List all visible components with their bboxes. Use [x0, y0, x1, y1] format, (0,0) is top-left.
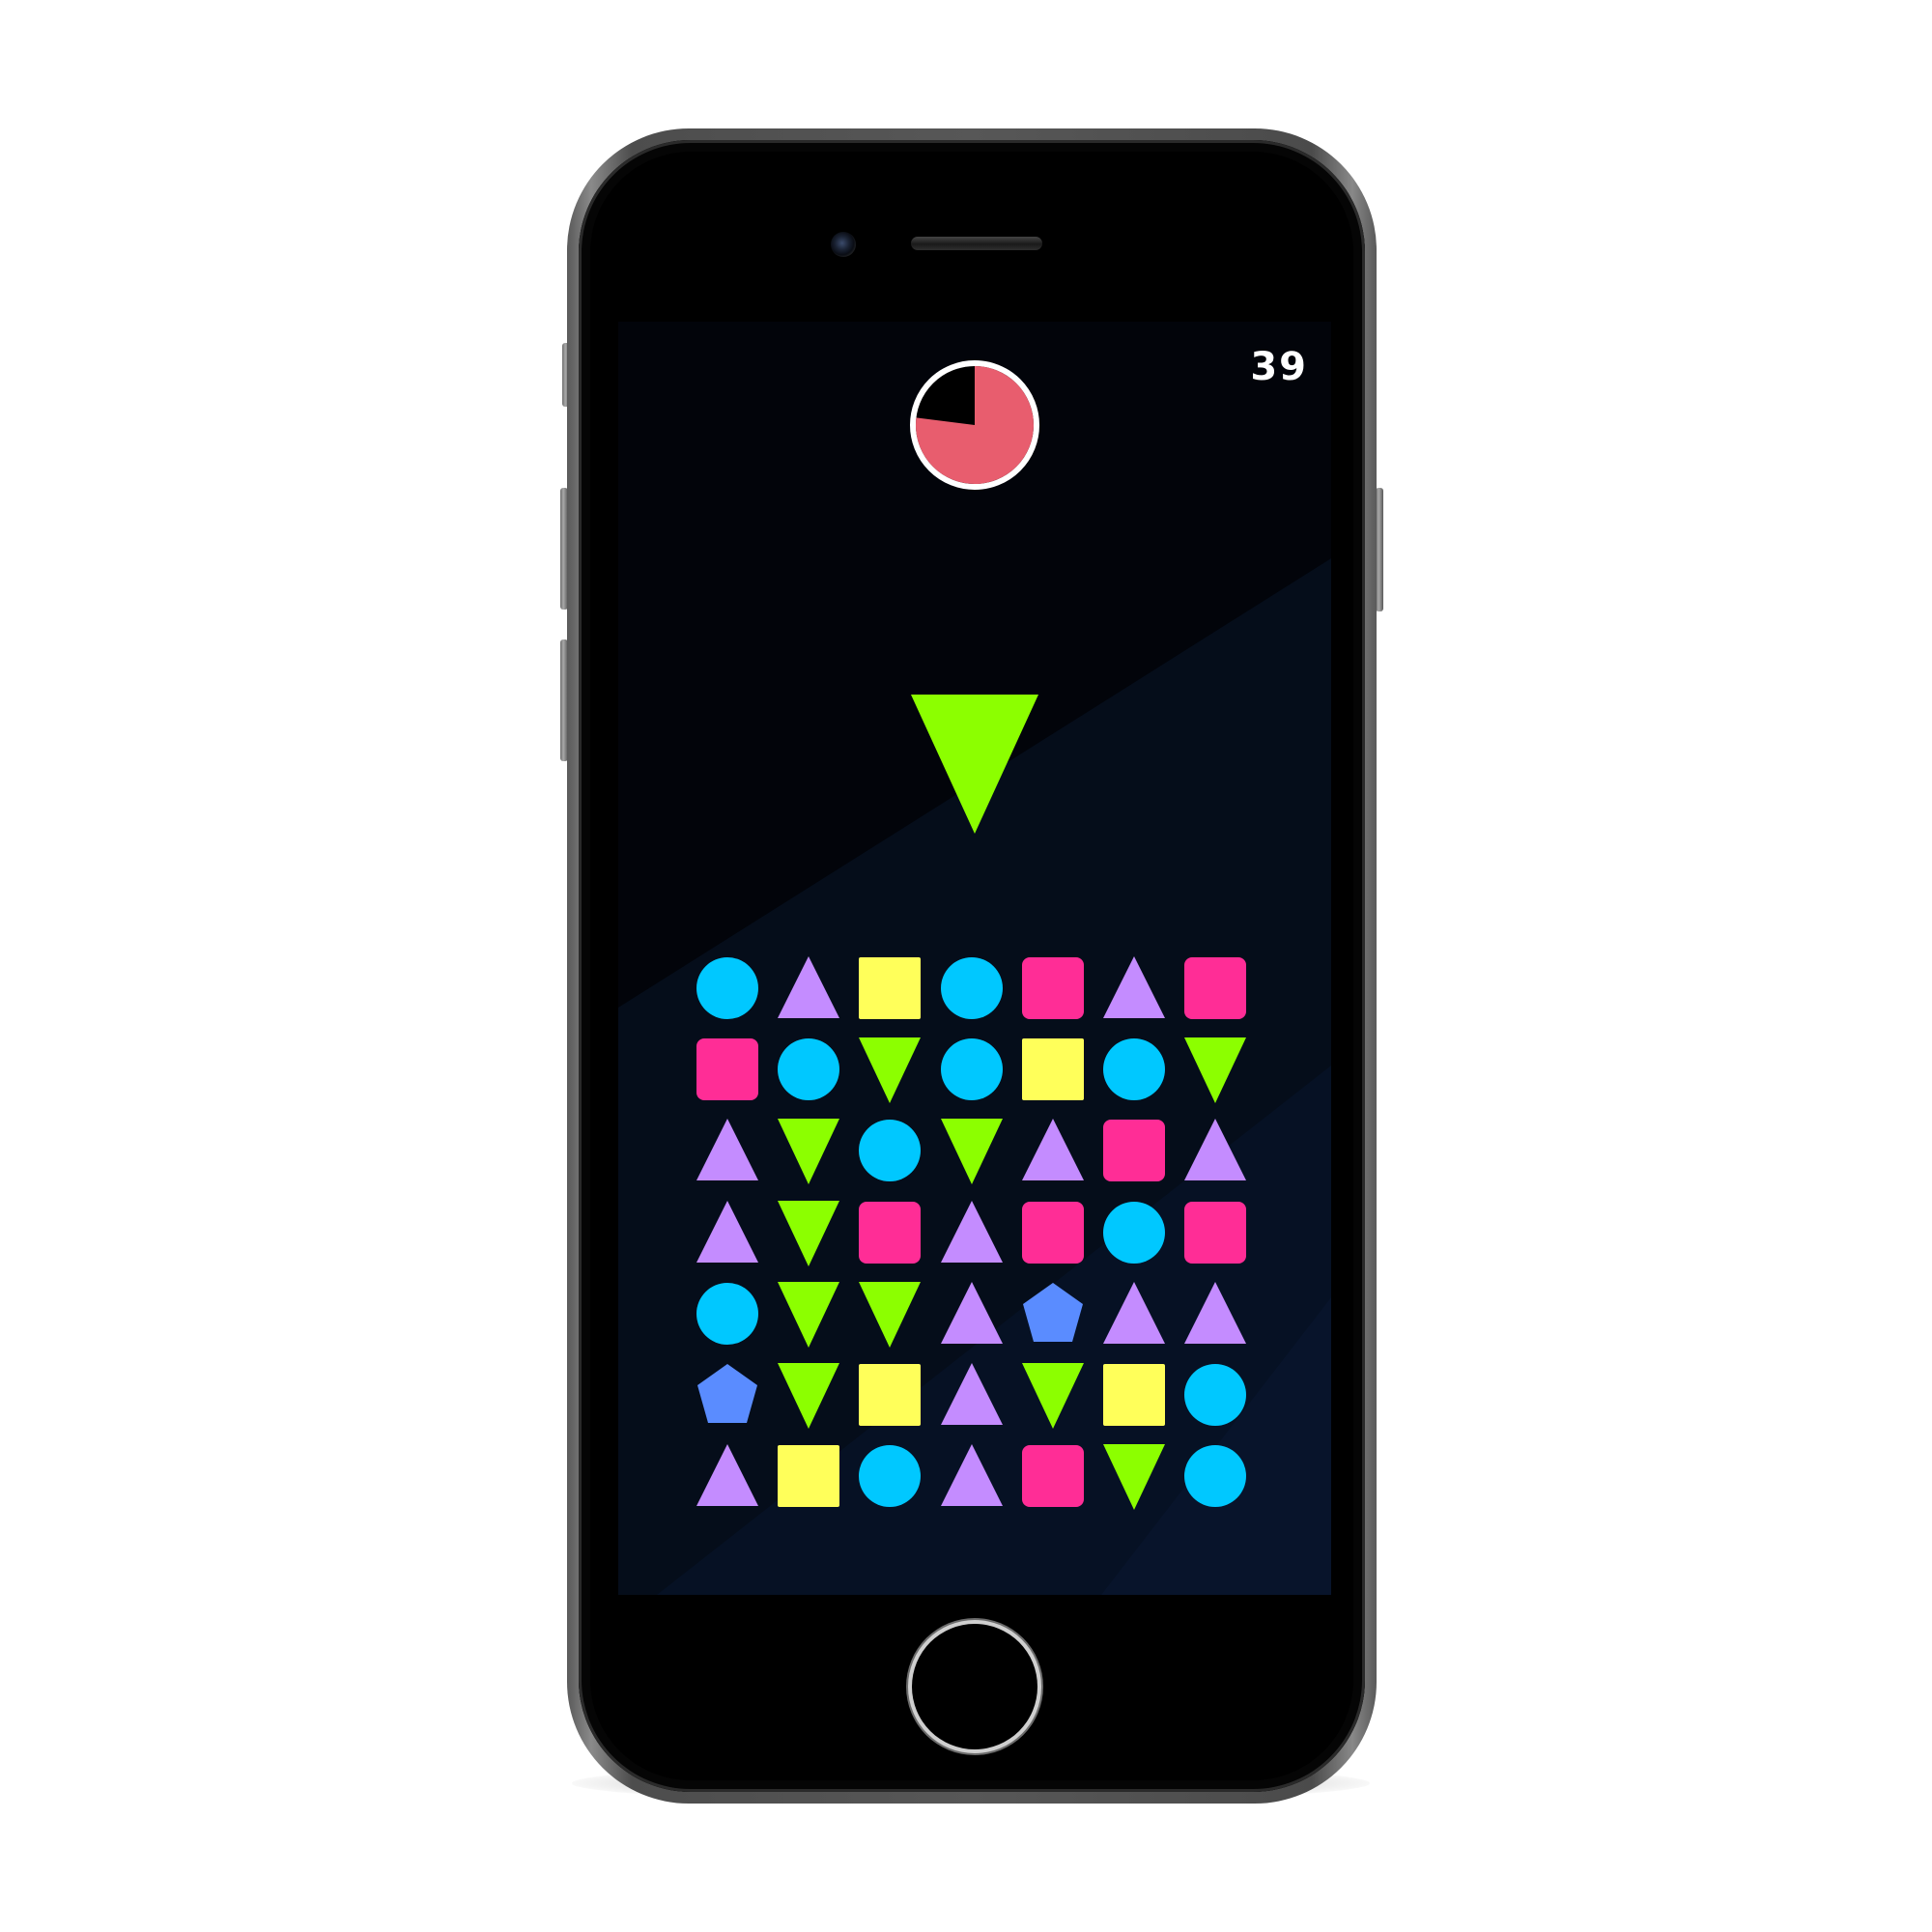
power-button [1376, 488, 1383, 611]
front-camera [831, 232, 856, 257]
grid-cell-triangle-up-icon[interactable] [694, 1442, 761, 1510]
grid-cell-circle-icon[interactable] [694, 1280, 761, 1348]
grid-cell-rounded-square-icon[interactable] [1100, 1117, 1168, 1184]
grid-cell-triangle-down-icon[interactable] [1019, 1361, 1087, 1429]
grid-cell-rounded-square-icon[interactable] [1019, 1442, 1087, 1510]
grid-cell-triangle-up-icon[interactable] [1100, 1280, 1168, 1348]
grid-cell-triangle-down-icon[interactable] [856, 1280, 923, 1348]
home-button[interactable] [912, 1624, 1037, 1749]
grid-cell-rounded-square-icon[interactable] [1181, 1199, 1249, 1266]
shape-grid [694, 954, 1264, 1524]
grid-cell-circle-icon[interactable] [1100, 1199, 1168, 1266]
target-shape[interactable] [909, 692, 1040, 837]
grid-cell-circle-icon[interactable] [938, 954, 1006, 1022]
score-counter: 39 [1250, 345, 1308, 389]
grid-cell-circle-icon[interactable] [775, 1036, 842, 1103]
grid-cell-triangle-down-icon[interactable] [775, 1361, 842, 1429]
grid-cell-rounded-square-icon[interactable] [856, 1199, 923, 1266]
grid-cell-triangle-up-icon[interactable] [694, 1199, 761, 1266]
grid-cell-triangle-up-icon[interactable] [1019, 1117, 1087, 1184]
grid-cell-circle-icon[interactable] [856, 1117, 923, 1184]
grid-cell-circle-icon[interactable] [938, 1036, 1006, 1103]
grid-cell-triangle-up-icon[interactable] [694, 1117, 761, 1184]
grid-cell-circle-icon[interactable] [856, 1442, 923, 1510]
grid-cell-square-icon[interactable] [856, 954, 923, 1022]
grid-cell-circle-icon[interactable] [694, 954, 761, 1022]
grid-cell-triangle-up-icon[interactable] [938, 1280, 1006, 1348]
grid-cell-circle-icon[interactable] [1181, 1442, 1249, 1510]
grid-cell-rounded-square-icon[interactable] [694, 1036, 761, 1103]
grid-cell-triangle-down-icon[interactable] [856, 1036, 923, 1103]
grid-cell-rounded-square-icon[interactable] [1181, 954, 1249, 1022]
earpiece-speaker [911, 237, 1042, 250]
grid-cell-triangle-up-icon[interactable] [1181, 1117, 1249, 1184]
grid-cell-rounded-square-icon[interactable] [1019, 954, 1087, 1022]
grid-cell-triangle-up-icon[interactable] [938, 1199, 1006, 1266]
grid-cell-triangle-up-icon[interactable] [775, 954, 842, 1022]
game-screen: 39 [618, 322, 1331, 1595]
grid-cell-square-icon[interactable] [1019, 1036, 1087, 1103]
grid-cell-triangle-down-icon[interactable] [1100, 1442, 1168, 1510]
grid-cell-triangle-up-icon[interactable] [1181, 1280, 1249, 1348]
grid-cell-triangle-down-icon[interactable] [938, 1117, 1006, 1184]
grid-cell-square-icon[interactable] [856, 1361, 923, 1429]
grid-cell-triangle-up-icon[interactable] [1100, 954, 1168, 1022]
grid-cell-square-icon[interactable] [775, 1442, 842, 1510]
grid-cell-triangle-down-icon[interactable] [775, 1117, 842, 1184]
grid-cell-circle-icon[interactable] [1181, 1361, 1249, 1429]
grid-cell-pentagon-icon[interactable] [1019, 1280, 1087, 1348]
countdown-timer [908, 358, 1041, 492]
grid-cell-triangle-down-icon[interactable] [775, 1280, 842, 1348]
grid-cell-triangle-down-icon[interactable] [775, 1199, 842, 1266]
grid-cell-triangle-down-icon[interactable] [1181, 1036, 1249, 1103]
grid-cell-square-icon[interactable] [1100, 1361, 1168, 1429]
grid-cell-triangle-up-icon[interactable] [938, 1361, 1006, 1429]
triangle-down-icon [911, 695, 1038, 834]
grid-cell-pentagon-icon[interactable] [694, 1361, 761, 1429]
grid-cell-circle-icon[interactable] [1100, 1036, 1168, 1103]
grid-cell-triangle-up-icon[interactable] [938, 1442, 1006, 1510]
grid-cell-rounded-square-icon[interactable] [1019, 1199, 1087, 1266]
